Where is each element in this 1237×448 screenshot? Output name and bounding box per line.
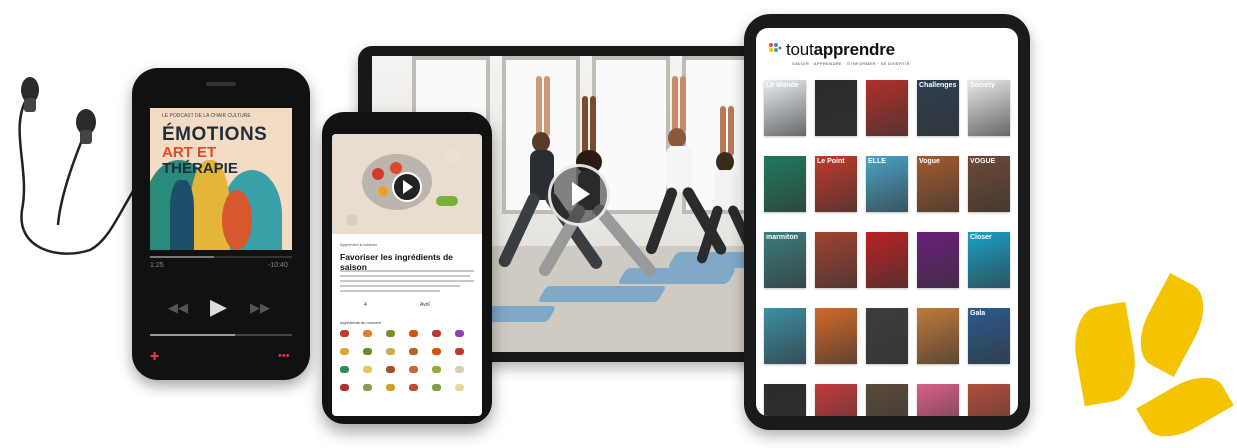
magazine-title: ELLE bbox=[868, 158, 886, 165]
magazine-cover[interactable] bbox=[815, 232, 857, 288]
recipe-phone: Apprendre à cuisiner Favoriser les ingré… bbox=[322, 112, 492, 424]
ingredient-item[interactable] bbox=[455, 330, 464, 337]
magazine-cover[interactable] bbox=[815, 80, 857, 136]
magazine-cover[interactable]: Society bbox=[968, 80, 1010, 136]
magazine-cover[interactable] bbox=[866, 384, 908, 416]
time-remaining: -10:40 bbox=[268, 262, 288, 269]
magazine-cover[interactable]: Closer bbox=[968, 232, 1010, 288]
magazine-cover[interactable]: Le Point bbox=[815, 156, 857, 212]
ingredients-label: Ingrédients du moment bbox=[340, 320, 381, 325]
ingredient-item[interactable] bbox=[386, 384, 395, 391]
magazine-cover[interactable] bbox=[917, 384, 959, 416]
rewind-icon[interactable]: ◀◀ bbox=[168, 300, 188, 316]
phone-speaker bbox=[206, 82, 236, 86]
recipe-kicker: Apprendre à cuisiner bbox=[340, 242, 377, 247]
recipe-screen: Apprendre à cuisiner Favoriser les ingré… bbox=[332, 134, 482, 416]
cover-title-line3: THÉRAPIE bbox=[162, 160, 238, 177]
recipe-title: Favoriser les ingrédients de saison bbox=[340, 252, 453, 272]
ingredient-item[interactable] bbox=[340, 348, 349, 355]
ingredient-item[interactable] bbox=[409, 348, 418, 355]
magazine-cover[interactable]: ELLE bbox=[866, 156, 908, 212]
ingredient-item[interactable] bbox=[409, 384, 418, 391]
magazine-cover[interactable] bbox=[764, 384, 806, 416]
magazine-cover[interactable]: Vogue bbox=[917, 156, 959, 212]
ingredient-item[interactable] bbox=[455, 384, 464, 391]
magazine-cover[interactable]: VOGUE bbox=[968, 156, 1010, 212]
magazine-cover[interactable]: marmiton bbox=[764, 232, 806, 288]
magazine-cover[interactable] bbox=[866, 232, 908, 288]
ingredient-item[interactable] bbox=[363, 348, 372, 355]
magazine-cover[interactable] bbox=[815, 384, 857, 416]
magazine-title: Le Point bbox=[817, 158, 845, 165]
magazine-title: Challenges bbox=[919, 82, 957, 89]
ingredient-item[interactable] bbox=[363, 384, 372, 391]
cover-subtitle: LE PODCAST DE LA CHAIR CULTURE bbox=[162, 113, 251, 119]
brand-main: apprendre bbox=[813, 40, 896, 59]
magazine-title: marmiton bbox=[766, 234, 798, 241]
volume-fill bbox=[150, 334, 236, 336]
ingredient-item[interactable] bbox=[386, 330, 395, 337]
brand-prefix: tout bbox=[786, 40, 814, 59]
magazine-cover[interactable] bbox=[815, 308, 857, 364]
recipe-video-thumbnail[interactable] bbox=[332, 134, 482, 234]
magazine-title: Le Monde bbox=[766, 82, 799, 89]
magazine-cover[interactable] bbox=[866, 308, 908, 364]
cover-title-line2: ART ET bbox=[162, 144, 217, 161]
magazine-cover[interactable] bbox=[764, 156, 806, 212]
magazine-title: VOGUE bbox=[970, 158, 996, 165]
magazine-cover[interactable] bbox=[866, 80, 908, 136]
fast-forward-icon[interactable]: ▶▶ bbox=[250, 300, 270, 316]
ingredient-item[interactable] bbox=[455, 348, 464, 355]
audio-progress-fill bbox=[150, 256, 214, 258]
ingredient-item[interactable] bbox=[432, 348, 441, 355]
video-play-icon[interactable] bbox=[548, 164, 610, 226]
ingredient-item[interactable] bbox=[386, 348, 395, 355]
toutapprendre-logo-icon bbox=[769, 43, 782, 52]
magazine-screen: toutapprendre SAVOIR · APPRENDRE · S'INF… bbox=[756, 28, 1018, 416]
ingredient-item[interactable] bbox=[386, 366, 395, 373]
magazine-tablet: toutapprendre SAVOIR · APPRENDRE · S'INF… bbox=[744, 14, 1030, 430]
magazine-cover[interactable]: Gala bbox=[968, 308, 1010, 364]
ingredient-item[interactable] bbox=[340, 384, 349, 391]
ingredient-item[interactable] bbox=[432, 330, 441, 337]
cover-title-line1: ÉMOTIONS bbox=[162, 124, 268, 145]
magazine-cover[interactable] bbox=[917, 232, 959, 288]
recipe-play-icon[interactable] bbox=[392, 172, 422, 202]
brand-tagline: SAVOIR · APPRENDRE · S'INFORMER · SE DIV… bbox=[792, 61, 910, 66]
ingredient-item[interactable] bbox=[432, 384, 441, 391]
ingredient-item[interactable] bbox=[340, 330, 349, 337]
magazine-title: Vogue bbox=[919, 158, 940, 165]
more-icon[interactable]: ••• bbox=[278, 350, 290, 362]
quantity-select[interactable]: 4 bbox=[364, 302, 367, 308]
magazine-title: Society bbox=[970, 82, 995, 89]
period-select[interactable]: Avril bbox=[420, 302, 430, 308]
ingredient-item[interactable] bbox=[340, 366, 349, 373]
magazine-cover[interactable] bbox=[917, 308, 959, 364]
ingredient-item[interactable] bbox=[409, 366, 418, 373]
magazine-cover[interactable] bbox=[764, 308, 806, 364]
magazine-title: Closer bbox=[970, 234, 992, 241]
brand-logo: toutapprendre bbox=[786, 40, 895, 60]
ingredient-item[interactable] bbox=[363, 366, 372, 373]
leaves-logo-icon bbox=[1068, 273, 1237, 448]
play-icon[interactable]: ▶ bbox=[210, 294, 227, 320]
magazine-cover[interactable]: Le Monde bbox=[764, 80, 806, 136]
ingredient-item[interactable] bbox=[363, 330, 372, 337]
ingredient-item[interactable] bbox=[455, 366, 464, 373]
ingredient-item[interactable] bbox=[432, 366, 441, 373]
ingredient-item[interactable] bbox=[409, 330, 418, 337]
audio-player-phone: LE PODCAST DE LA CHAIR CULTURE ÉMOTIONS … bbox=[132, 68, 310, 380]
magazine-title: Gala bbox=[970, 310, 986, 317]
podcast-cover[interactable]: LE PODCAST DE LA CHAIR CULTURE ÉMOTIONS … bbox=[150, 108, 292, 250]
magazine-cover[interactable] bbox=[968, 384, 1010, 416]
magazine-cover[interactable]: Challenges bbox=[917, 80, 959, 136]
add-icon[interactable]: ✚ bbox=[150, 350, 159, 363]
time-elapsed: 1:25 bbox=[150, 262, 164, 269]
